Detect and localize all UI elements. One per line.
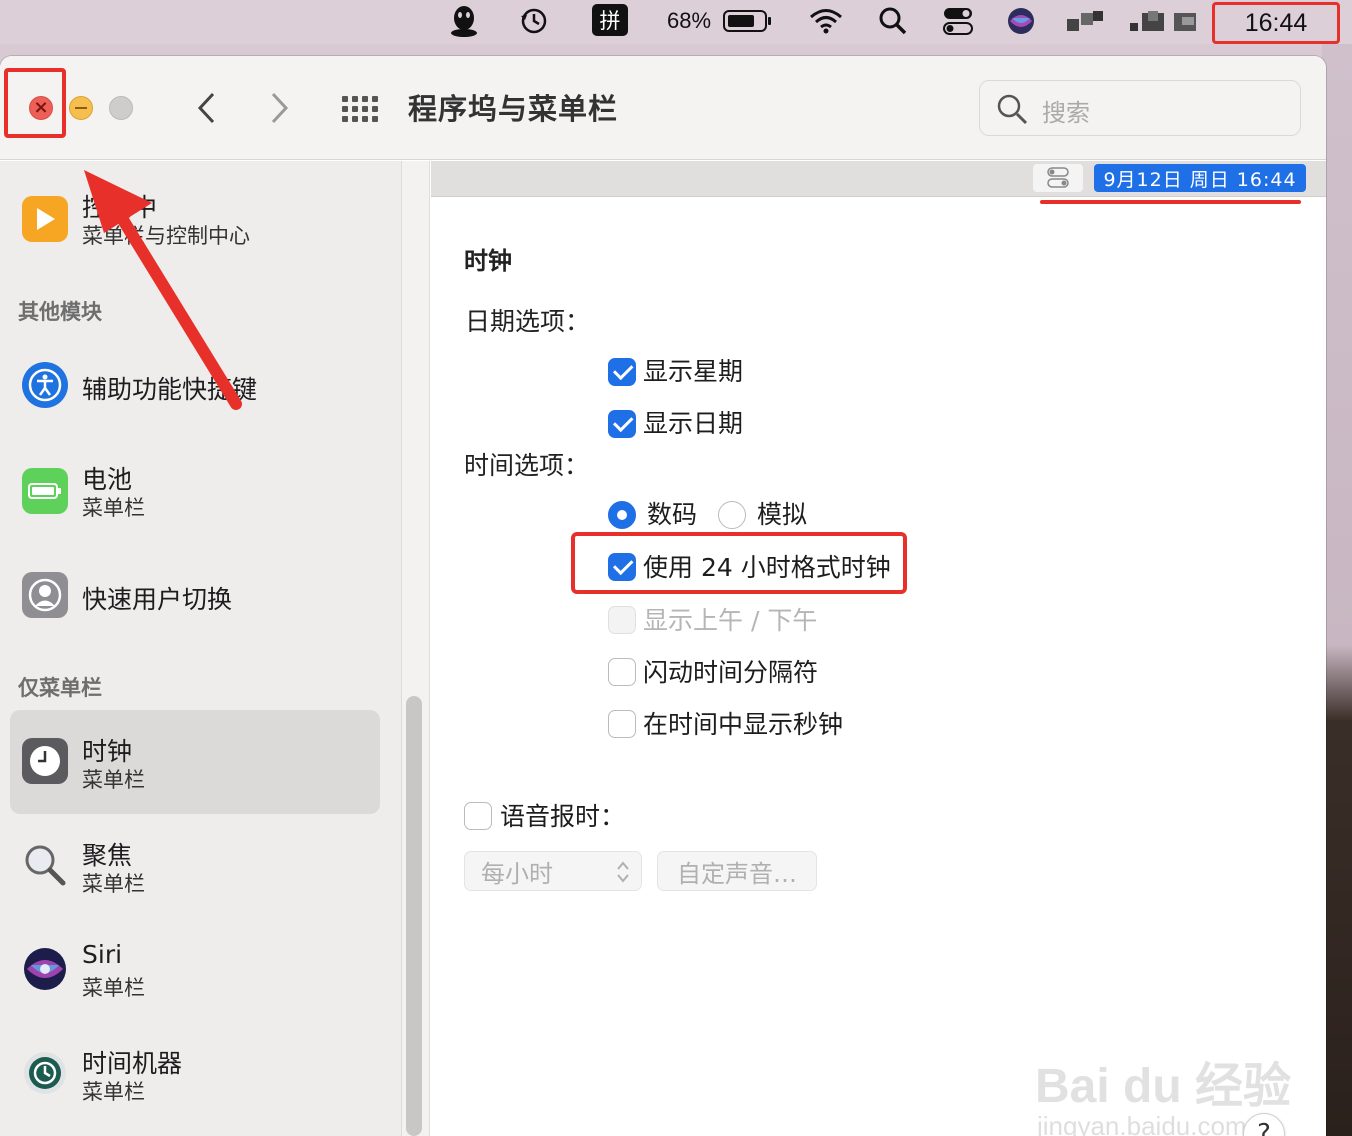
sidebar-item-title: 快速用户切换 bbox=[82, 585, 233, 614]
sidebar-item-subtitle: 菜单栏 bbox=[82, 976, 145, 1000]
search-placeholder: 搜索 bbox=[1042, 99, 1090, 127]
chevron-left-icon bbox=[197, 92, 215, 124]
sidebar-item-title: 控制中 bbox=[82, 193, 158, 222]
input-method-indicator[interactable]: 拼 bbox=[592, 4, 628, 36]
system-preferences-window: × 程序坞与菜单栏 搜索 控制中 菜单栏与控制中心 其他模块 辅助功能快捷键 电… bbox=[0, 56, 1326, 1136]
announce-time-label[interactable]: 语音报时： bbox=[500, 797, 625, 833]
section-title-clock: 时钟 bbox=[464, 247, 512, 275]
sidebar-section-other: 其他模块 bbox=[18, 300, 102, 324]
show-weekday-label[interactable]: 显示星期 bbox=[643, 352, 743, 388]
minimize-button[interactable] bbox=[69, 96, 93, 120]
annotation-highlight-close bbox=[4, 68, 66, 138]
wifi-icon[interactable] bbox=[806, 6, 846, 36]
sidebar-item-siri[interactable]: Siri 菜单栏 bbox=[10, 918, 380, 1022]
sidebar-item-accessibility-shortcuts[interactable]: 辅助功能快捷键 bbox=[10, 334, 380, 438]
menu-bar: 拼 68% 16:44 bbox=[0, 0, 1352, 44]
sidebar-item-title: 聚焦 bbox=[82, 841, 133, 870]
updown-chevron-icon bbox=[617, 861, 629, 883]
sidebar-item-time-machine[interactable]: 时间机器 菜单栏 bbox=[10, 1022, 380, 1126]
sidebar-item-title: 时钟 bbox=[82, 737, 133, 766]
analog-radio-label[interactable]: 模拟 bbox=[757, 495, 807, 531]
sidebar-item-subtitle: 菜单栏 bbox=[82, 768, 145, 792]
magnifier-icon bbox=[22, 842, 68, 888]
sidebar-item-title: Siri bbox=[82, 940, 123, 969]
user-icon bbox=[22, 572, 68, 618]
search-icon bbox=[997, 94, 1028, 125]
sidebar-item-title: 电池 bbox=[82, 465, 133, 494]
use-24h-checkbox[interactable] bbox=[608, 553, 636, 581]
custom-voice-button[interactable]: 自定声音… bbox=[657, 851, 817, 891]
analog-radio[interactable] bbox=[718, 501, 746, 529]
help-button[interactable]: ? bbox=[1243, 1113, 1285, 1136]
sidebar-item-subtitle: 菜单栏与控制中心 bbox=[82, 224, 250, 248]
flash-separators-label[interactable]: 闪动时间分隔符 bbox=[643, 653, 818, 689]
back-button[interactable] bbox=[186, 86, 226, 130]
preview-date-time: 9月12日 周日 16:44 bbox=[1094, 164, 1306, 192]
title-bar: × 程序坞与菜单栏 搜索 bbox=[0, 56, 1326, 160]
sidebar-item-subtitle: 菜单栏 bbox=[82, 1080, 145, 1104]
announce-time-checkbox[interactable] bbox=[464, 802, 492, 830]
pixelated-status-icons[interactable] bbox=[1128, 6, 1204, 36]
sidebar-item-fast-user-switching[interactable]: 快速用户切换 bbox=[10, 544, 380, 648]
sidebar-item-spotlight[interactable]: 聚焦 菜单栏 bbox=[10, 814, 380, 918]
sidebar-item-control-center[interactable]: 控制中 菜单栏与控制中心 bbox=[10, 176, 380, 266]
control-center-icon bbox=[1033, 164, 1083, 192]
menubar-preview: 9月12日 周日 16:44 bbox=[431, 161, 1326, 197]
baidu-watermark: Bai du 经验 bbox=[1035, 1060, 1292, 1113]
show-seconds-checkbox[interactable] bbox=[608, 710, 636, 738]
battery-percent: 68% bbox=[666, 8, 712, 33]
interval-select-value: 每小时 bbox=[481, 859, 553, 888]
zoom-button[interactable] bbox=[109, 96, 133, 120]
show-ampm-label: 显示上午 / 下午 bbox=[643, 606, 818, 635]
play-icon bbox=[22, 196, 68, 242]
sidebar-section-menubar-only: 仅菜单栏 bbox=[18, 676, 102, 700]
time-machine-icon[interactable] bbox=[516, 6, 552, 36]
accessibility-icon bbox=[22, 362, 68, 408]
flash-separators-checkbox[interactable] bbox=[608, 658, 636, 686]
show-weekday-checkbox[interactable] bbox=[608, 358, 636, 386]
forward-button[interactable] bbox=[260, 86, 300, 130]
baidu-watermark-url: jingyan.baidu.com bbox=[1037, 1111, 1247, 1136]
chevron-right-icon bbox=[271, 92, 289, 124]
show-date-label[interactable]: 显示日期 bbox=[643, 404, 743, 440]
clock-icon bbox=[22, 738, 68, 784]
menubar-clock[interactable]: 16:44 bbox=[1212, 2, 1340, 44]
time-options-label: 时间选项： bbox=[464, 451, 590, 480]
time-machine-icon bbox=[22, 1050, 68, 1096]
search-field[interactable]: 搜索 bbox=[979, 80, 1301, 136]
spotlight-search-icon[interactable] bbox=[874, 6, 912, 36]
battery-icon bbox=[22, 468, 68, 514]
siri-icon bbox=[22, 946, 68, 992]
digital-radio[interactable] bbox=[608, 501, 636, 529]
sidebar-scrollbar[interactable] bbox=[406, 696, 422, 1136]
sidebar-item-clock[interactable]: 时钟 菜单栏 bbox=[10, 710, 380, 814]
sidebar-item-title: 时间机器 bbox=[82, 1049, 183, 1078]
pixelated-status-icon[interactable] bbox=[1064, 6, 1108, 36]
date-options-label: 日期选项： bbox=[465, 307, 591, 336]
battery-icon[interactable] bbox=[720, 6, 776, 36]
interval-select[interactable]: 每小时 bbox=[464, 851, 642, 891]
qq-icon[interactable] bbox=[446, 6, 482, 37]
sidebar-item-battery[interactable]: 电池 菜单栏 bbox=[10, 440, 380, 544]
sidebar-item-subtitle: 菜单栏 bbox=[82, 496, 145, 520]
sidebar-item-title: 辅助功能快捷键 bbox=[82, 375, 258, 404]
siri-icon[interactable] bbox=[1004, 6, 1038, 36]
window-title: 程序坞与菜单栏 bbox=[408, 92, 619, 126]
show-all-grid-icon[interactable] bbox=[342, 96, 378, 122]
use-24h-label[interactable]: 使用 24 小时格式时钟 bbox=[643, 548, 891, 584]
control-center-icon[interactable] bbox=[940, 6, 976, 36]
show-ampm-checkbox[interactable] bbox=[608, 606, 636, 634]
show-seconds-label[interactable]: 在时间中显示秒钟 bbox=[643, 705, 843, 741]
digital-radio-label[interactable]: 数码 bbox=[647, 495, 697, 531]
clock-settings-panel: 9月12日 周日 16:44 时钟 日期选项： 显示星期 显示日期 时间选项： … bbox=[431, 161, 1326, 1136]
show-date-checkbox[interactable] bbox=[608, 410, 636, 438]
sidebar-item-subtitle: 菜单栏 bbox=[82, 872, 145, 896]
annotation-underline bbox=[1040, 200, 1301, 204]
desktop-wallpaper bbox=[1322, 44, 1352, 1136]
